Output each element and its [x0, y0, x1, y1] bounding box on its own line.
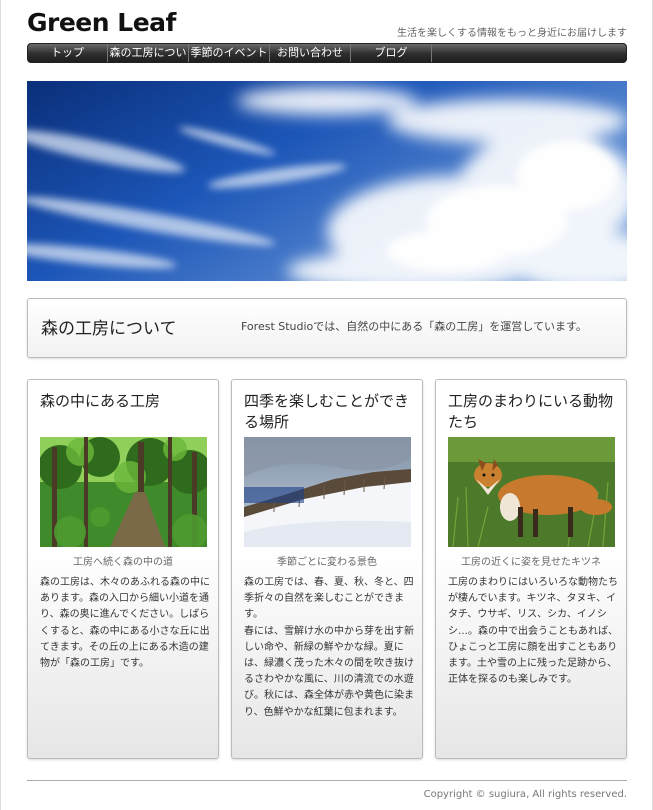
- card-animals: 工房のまわりにいる動物たち 工房の近くに姿を見せたキツネ 工房のまわりにはいろい…: [435, 379, 627, 759]
- card-caption: 工房の近くに姿を見せたキツネ: [461, 557, 601, 568]
- page-border-left: [0, 0, 1, 810]
- intro-box: 森の工房について Forest Studioでは、自然の中にある「森の工房」を運…: [27, 298, 627, 358]
- nav-item-blog[interactable]: ブログ: [351, 44, 432, 62]
- main-nav: トップ 森の工房につい 季節のイベント お問い合わせ ブログ: [27, 43, 627, 63]
- site-tagline: 生活を楽しくする情報をもっと身近にお届けします: [397, 28, 627, 39]
- card-body: 森の工房は、木々のあふれる森の中にあります。森の入口から細い小道を通り、森の奥に…: [40, 577, 210, 670]
- footer-divider: [27, 780, 627, 781]
- fox-image: [448, 437, 615, 547]
- forest-path-image: [40, 437, 207, 547]
- nav-item-events[interactable]: 季節のイベント: [189, 44, 270, 62]
- card-body: 森の工房では、春、夏、秋、冬と、四季折々の自然を楽しむことができます。 春には、…: [244, 577, 414, 718]
- card-body: 工房のまわりにはいろいろな動物たちが棲んでいます。キツネ、タヌキ、イタチ、ウサギ…: [448, 577, 618, 686]
- card-caption: 季節ごとに変わる景色: [277, 557, 377, 568]
- card-caption: 工房へ続く森の中の道: [73, 557, 173, 568]
- card-title: 四季を楽しむことができる場所: [244, 392, 410, 431]
- nav-item-top[interactable]: トップ: [28, 44, 108, 62]
- copyright-text: Copyright © sugiura, All rights reserved…: [423, 789, 627, 800]
- nav-item-contact[interactable]: お問い合わせ: [270, 44, 351, 62]
- card-title: 工房のまわりにいる動物たち: [448, 392, 614, 431]
- intro-text: Forest Studioでは、自然の中にある「森の工房」を運営しています。: [241, 320, 587, 333]
- site-logo[interactable]: Green Leaf: [27, 8, 176, 37]
- card-title: 森の中にある工房: [40, 392, 161, 410]
- intro-title: 森の工房について: [41, 319, 177, 339]
- card-four-seasons: 四季を楽しむことができる場所 季節ごとに変わる景色 森の工房では、春、夏、秋、冬…: [231, 379, 423, 759]
- snow-landscape-image: [244, 437, 411, 547]
- card-forest-studio: 森の中にある工房 工房へ続く森の中の道 森の工房は、木々のあふれる森の中にありま…: [27, 379, 219, 759]
- hero-sky-image: [27, 81, 627, 281]
- nav-item-about[interactable]: 森の工房につい: [108, 44, 189, 62]
